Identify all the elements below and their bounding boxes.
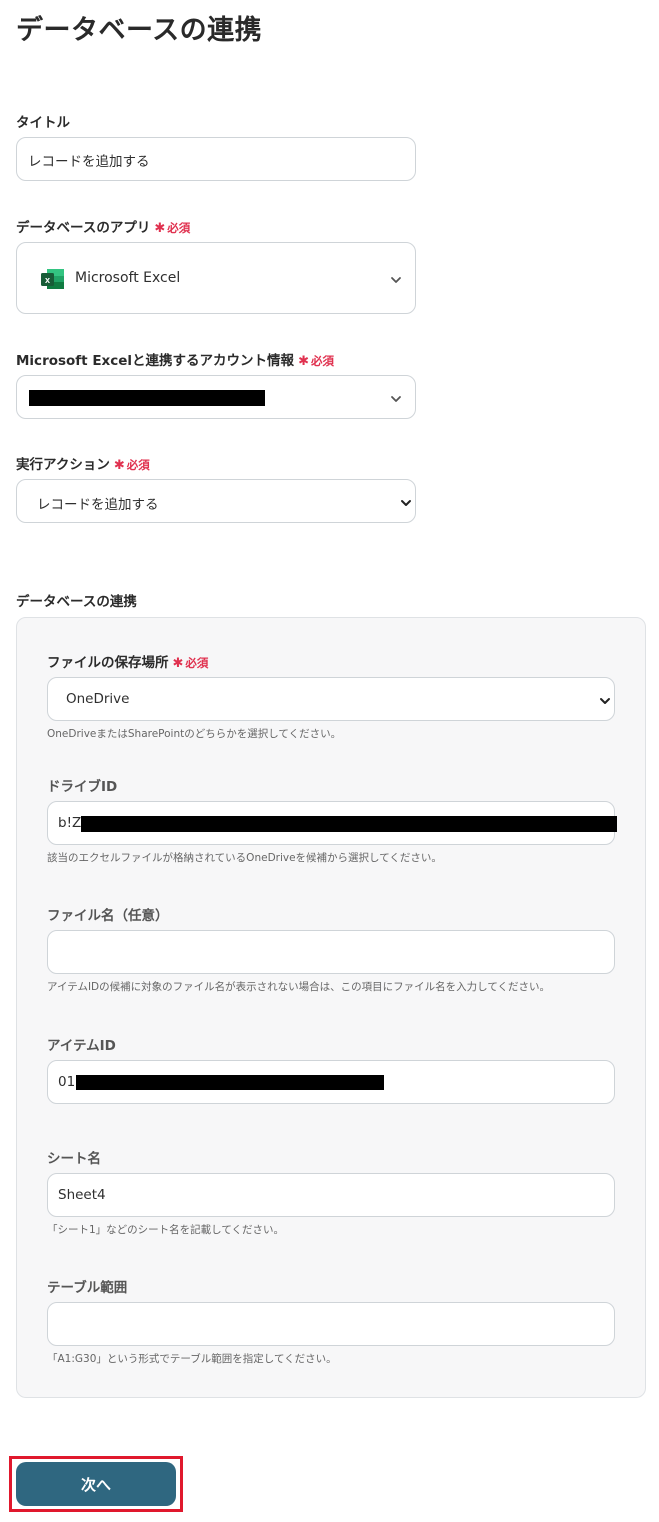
storage-help-text: OneDriveまたはSharePointのどちらかを選択してください。 — [47, 728, 342, 740]
title-field-label: タイトル — [16, 115, 70, 131]
page-title: データベースの連携 — [16, 15, 263, 46]
sheet-name-input[interactable]: Sheet4 — [47, 1173, 615, 1217]
action-field-label-text: 実行アクション — [16, 457, 110, 473]
drive-id-input[interactable]: b!Z — [47, 801, 617, 845]
next-button[interactable]: 次へ — [16, 1462, 176, 1506]
svg-text:x: x — [45, 275, 50, 285]
action-field-label: 実行アクション ✱ 必須 — [16, 453, 150, 473]
required-marker: ✱ 必須 — [298, 354, 334, 369]
file-name-input[interactable] — [47, 930, 615, 974]
storage-select-value: OneDrive — [66, 691, 130, 707]
redacted-item-id — [76, 1075, 384, 1090]
title-input-value: レコードを追加する — [28, 154, 150, 170]
file-name-help-text: アイテムIDの候補に対象のファイル名が表示されない場合は、この項目にファイル名を… — [47, 981, 550, 993]
section-title: データベースの連携 — [16, 594, 137, 610]
redacted-drive-id — [81, 816, 617, 832]
app-select-value: Microsoft Excel — [75, 270, 181, 286]
account-select[interactable] — [16, 375, 416, 419]
title-input[interactable]: レコードを追加する — [16, 137, 416, 181]
app-field-label-text: データベースのアプリ — [16, 220, 151, 236]
redacted-account — [29, 390, 265, 406]
account-field-label: Microsoft Excelと連携するアカウント情報 ✱ 必須 — [16, 349, 334, 369]
table-range-label: テーブル範囲 — [47, 1280, 128, 1296]
sheet-name-label: シート名 — [47, 1151, 101, 1167]
chevron-down-icon — [598, 693, 612, 712]
required-marker: ✱ 必須 — [154, 221, 191, 236]
table-range-input[interactable] — [47, 1302, 615, 1346]
sheet-name-value: Sheet4 — [58, 1187, 106, 1203]
action-select-value: レコードを追加する — [37, 497, 159, 513]
item-id-input[interactable]: 01 — [47, 1060, 615, 1104]
storage-field-label-text: ファイルの保存場所 — [47, 655, 169, 671]
required-marker: ✱ 必須 — [172, 656, 209, 671]
file-name-label: ファイル名（任意） — [47, 908, 169, 924]
chevron-down-icon — [389, 391, 403, 410]
required-marker: ✱ 必須 — [113, 458, 150, 473]
excel-icon: x — [41, 268, 65, 290]
action-select[interactable]: レコードを追加する — [16, 479, 416, 523]
chevron-down-icon — [389, 272, 403, 291]
database-connection-panel: ファイルの保存場所 ✱ 必須 OneDrive OneDriveまたはSharePo… — [16, 617, 646, 1398]
item-id-value: 01 — [58, 1074, 76, 1090]
drive-id-value: b!Z — [58, 815, 82, 831]
drive-id-label: ドライブID — [47, 779, 118, 795]
sheet-name-help-text: 「シート1」などのシート名を記載してください。 — [47, 1224, 285, 1236]
drive-id-help-text: 該当のエクセルファイルが格納されているOneDriveを候補から選択してください… — [47, 852, 442, 864]
app-field-label: データベースのアプリ ✱ 必須 — [16, 216, 190, 236]
storage-select[interactable]: OneDrive — [47, 677, 615, 721]
account-field-label-text: Microsoft Excelと連携するアカウント情報 — [16, 353, 295, 369]
table-range-help-text: 「A1:G30」という形式でテーブル範囲を指定してください。 — [47, 1353, 337, 1365]
item-id-label: アイテムID — [47, 1038, 116, 1054]
app-select[interactable]: x Microsoft Excel — [16, 242, 416, 314]
storage-field-label: ファイルの保存場所 ✱ 必須 — [47, 651, 208, 671]
chevron-down-icon — [399, 495, 413, 514]
